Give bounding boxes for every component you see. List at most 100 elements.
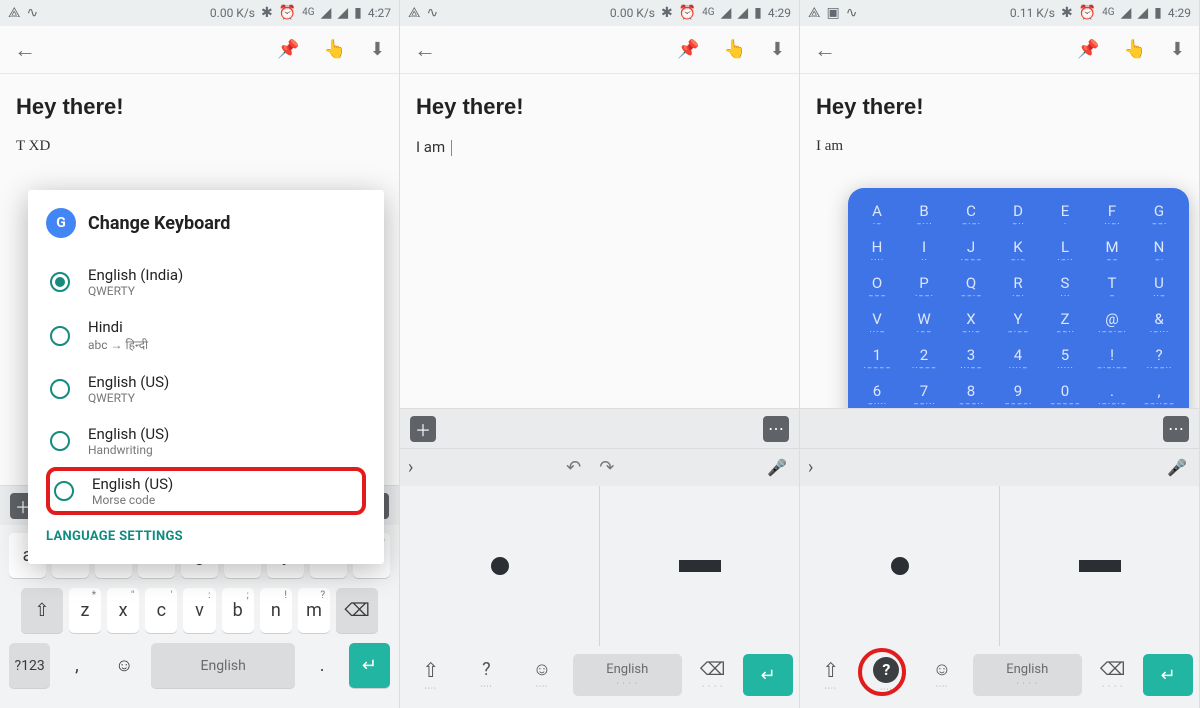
help-key[interactable]: ?···· bbox=[462, 654, 512, 696]
morse-bottom-row: ⇧···· ?···· ☺···· English· · · · ⌫· · · … bbox=[400, 646, 799, 708]
cheat-cell[interactable]: J·−−− bbox=[950, 236, 993, 268]
change-keyboard-dialog: G Change Keyboard English (India)QWERTYH… bbox=[28, 190, 384, 564]
more-icon[interactable]: ⋯ bbox=[763, 416, 789, 442]
morse-pad bbox=[400, 486, 799, 646]
help-key[interactable]: ? ···· bbox=[862, 654, 912, 696]
suggestion-bar: ⋯ bbox=[800, 408, 1199, 448]
radio-icon[interactable] bbox=[50, 431, 70, 451]
pin-icon[interactable]: 📌 bbox=[677, 39, 699, 60]
text-cursor bbox=[451, 140, 452, 156]
note-content[interactable]: Hey there! I am bbox=[400, 74, 799, 165]
enter-key[interactable]: ↵ bbox=[743, 654, 793, 696]
keyboard-option[interactable]: Hindiabc → हिन्दी bbox=[46, 308, 366, 363]
option-subtitle: Morse code bbox=[92, 493, 173, 507]
cheat-cell[interactable]: R·−· bbox=[997, 272, 1040, 304]
shift-key[interactable]: ⇧···· bbox=[806, 654, 856, 696]
undo-icon[interactable]: ↶ bbox=[566, 457, 581, 478]
cheat-cell[interactable]: Y−·−− bbox=[997, 308, 1040, 340]
cheat-cell[interactable]: G−−· bbox=[1138, 200, 1181, 232]
archive-icon[interactable]: ⬇︎ bbox=[770, 39, 785, 60]
cheat-cell[interactable]: A·− bbox=[856, 200, 899, 232]
option-subtitle: QWERTY bbox=[88, 391, 169, 405]
cheat-cell[interactable]: W·−− bbox=[903, 308, 946, 340]
radio-icon[interactable] bbox=[50, 326, 70, 346]
redo-icon[interactable]: ↷ bbox=[599, 457, 614, 478]
cheat-cell[interactable]: X−··− bbox=[950, 308, 993, 340]
note-title[interactable]: Hey there! bbox=[416, 94, 783, 120]
shift-key[interactable]: ⇧···· bbox=[406, 654, 456, 696]
cheat-cell[interactable]: 5····· bbox=[1044, 344, 1087, 376]
backspace-key[interactable]: ⌫· · · · bbox=[1088, 654, 1138, 696]
morse-bottom-row: ⇧···· ? ···· ☺···· English· · · · ⌫· · ·… bbox=[800, 646, 1199, 708]
dash-icon bbox=[1079, 560, 1121, 572]
cheat-cell[interactable]: V···− bbox=[856, 308, 899, 340]
cheat-cell[interactable]: K−·− bbox=[997, 236, 1040, 268]
cheat-cell[interactable]: O−−− bbox=[856, 272, 899, 304]
spacebar[interactable]: English· · · · bbox=[973, 654, 1082, 696]
cheat-cell[interactable]: !−·−·−− bbox=[1091, 344, 1134, 376]
back-icon[interactable]: ← bbox=[414, 37, 436, 63]
enter-key[interactable]: ↵ bbox=[1143, 654, 1193, 696]
cheat-cell[interactable]: 3···−− bbox=[950, 344, 993, 376]
radio-icon[interactable] bbox=[50, 379, 70, 399]
cheat-cell[interactable]: P·−−· bbox=[903, 272, 946, 304]
chevron-right-icon[interactable]: › bbox=[808, 457, 813, 478]
back-icon[interactable]: ← bbox=[814, 37, 836, 63]
cheat-cell[interactable]: I·· bbox=[903, 236, 946, 268]
cheat-cell[interactable]: M−− bbox=[1091, 236, 1134, 268]
option-subtitle: QWERTY bbox=[88, 284, 183, 298]
cheat-cell[interactable]: Q−−·− bbox=[950, 272, 993, 304]
suggestion-bar: ＋ ⋯ bbox=[400, 408, 799, 448]
note-body[interactable]: I am bbox=[416, 138, 783, 157]
cheat-cell[interactable]: E· bbox=[1044, 200, 1087, 232]
note-content[interactable]: Hey there! I am bbox=[800, 74, 1199, 163]
cheat-cell[interactable]: S··· bbox=[1044, 272, 1087, 304]
radio-icon[interactable] bbox=[54, 481, 74, 501]
mic-icon[interactable]: 🎤 bbox=[1167, 458, 1187, 477]
alarm-icon: ⏰ bbox=[679, 6, 696, 20]
reminder-icon[interactable]: 👆 bbox=[1123, 39, 1145, 60]
cheat-cell[interactable]: Z−−·· bbox=[1044, 308, 1087, 340]
emoji-key[interactable]: ☺···· bbox=[917, 654, 967, 696]
cheat-cell[interactable]: C−·−· bbox=[950, 200, 993, 232]
chevron-right-icon[interactable]: › bbox=[408, 457, 413, 478]
mic-icon[interactable]: 🎤 bbox=[767, 458, 787, 477]
keyboard-option[interactable]: English (US)Handwriting bbox=[46, 415, 366, 467]
cheat-cell[interactable]: D−·· bbox=[997, 200, 1040, 232]
morse-cheatsheet[interactable]: A·−B−···C−·−·D−··E·F··−·G−−· H····I··J·−−… bbox=[848, 188, 1189, 424]
keyboard-area: ⋯ › 🎤 ⇧···· ? ···· ☺···· English· · · · … bbox=[800, 408, 1199, 708]
reminder-icon[interactable]: 👆 bbox=[723, 39, 745, 60]
note-body[interactable]: I am bbox=[816, 138, 1183, 155]
cheat-cell[interactable]: N−· bbox=[1138, 236, 1181, 268]
add-icon[interactable]: ＋ bbox=[410, 416, 436, 442]
pin-icon[interactable]: 📌 bbox=[1077, 39, 1099, 60]
cheat-cell[interactable]: H···· bbox=[856, 236, 899, 268]
morse-dash-key[interactable] bbox=[999, 486, 1199, 646]
option-title: English (US) bbox=[92, 475, 173, 493]
emoji-key[interactable]: ☺···· bbox=[517, 654, 567, 696]
cheat-cell[interactable]: 4····− bbox=[997, 344, 1040, 376]
morse-dash-key[interactable] bbox=[599, 486, 799, 646]
more-icon[interactable]: ⋯ bbox=[1163, 416, 1189, 442]
cheat-cell[interactable]: F··−· bbox=[1091, 200, 1134, 232]
cheat-cell[interactable]: @·−−·−· bbox=[1091, 308, 1134, 340]
cheat-cell[interactable]: T− bbox=[1091, 272, 1134, 304]
cheat-cell[interactable]: 2··−−− bbox=[903, 344, 946, 376]
language-settings-link[interactable]: LANGUAGE SETTINGS bbox=[46, 529, 366, 544]
keyboard-option[interactable]: English (US)Morse code bbox=[46, 467, 366, 515]
morse-dot-key[interactable] bbox=[400, 486, 599, 646]
cheat-cell[interactable]: U··− bbox=[1138, 272, 1181, 304]
keyboard-option[interactable]: English (India)QWERTY bbox=[46, 256, 366, 308]
morse-dot-key[interactable] bbox=[800, 486, 999, 646]
backspace-key[interactable]: ⌫· · · · bbox=[688, 654, 738, 696]
spacebar[interactable]: English· · · · bbox=[573, 654, 682, 696]
cheat-cell[interactable]: B−··· bbox=[903, 200, 946, 232]
cheat-cell[interactable]: L·−·· bbox=[1044, 236, 1087, 268]
note-title[interactable]: Hey there! bbox=[816, 94, 1183, 120]
archive-icon[interactable]: ⬇︎ bbox=[1170, 39, 1185, 60]
radio-icon[interactable] bbox=[50, 272, 70, 292]
cheat-cell[interactable]: ?··−−·· bbox=[1138, 344, 1181, 376]
cheat-cell[interactable]: &·−··· bbox=[1138, 308, 1181, 340]
keyboard-option[interactable]: English (US)QWERTY bbox=[46, 363, 366, 415]
cheat-cell[interactable]: 1·−−−− bbox=[856, 344, 899, 376]
